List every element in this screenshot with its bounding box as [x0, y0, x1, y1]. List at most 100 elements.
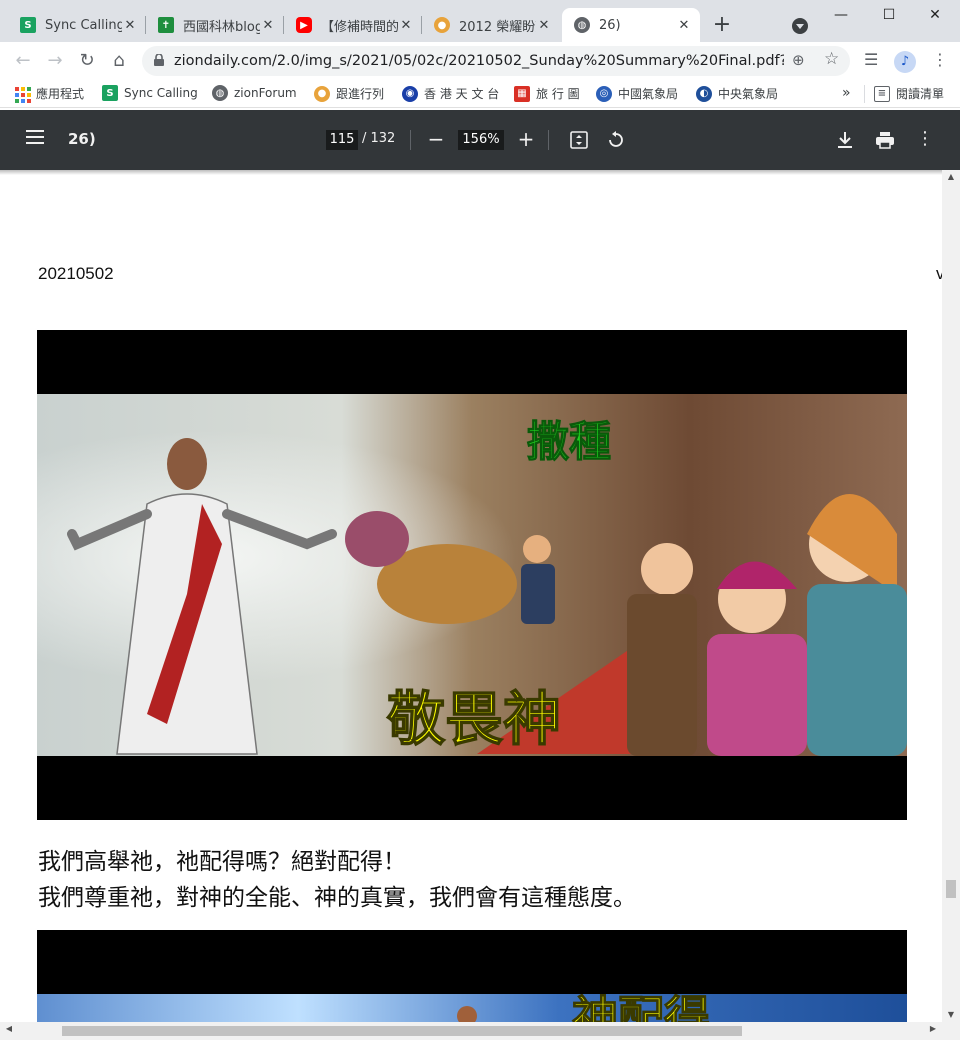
media-queue-icon[interactable]: ☰ — [864, 50, 878, 69]
close-tab-icon[interactable]: ✕ — [260, 18, 276, 33]
pdf-toolbar: 26) 115 / 132 − 156% + ⋮ — [0, 110, 960, 170]
zoom-out-button[interactable]: − — [424, 126, 448, 152]
slide-image-god-worthy: 神配得 — [37, 930, 907, 1022]
url-text[interactable]: ziondaily.com/2.0/img_s/2021/05/02c/2021… — [174, 53, 784, 69]
apps-grid-icon — [14, 86, 31, 103]
bookmark-label: 跟進行列 — [336, 87, 385, 101]
observatory-icon: ◉ — [402, 85, 418, 102]
document-date: 20210502 — [38, 264, 114, 283]
bookmark-label: 應用程式 — [36, 87, 85, 101]
caption-line-2: 我們尊重祂，對神的全能、神的真實，我們會有這種態度。 — [38, 885, 636, 911]
pizza-icon: ● — [314, 85, 330, 102]
address-bar[interactable]: ziondaily.com/2.0/img_s/2021/05/02c/2021… — [142, 46, 850, 76]
back-arrow-icon[interactable]: ← — [10, 48, 36, 74]
bookmark-cma[interactable]: ◎ 中國氣象局 — [596, 85, 678, 102]
pdf-title: 26) — [68, 130, 96, 148]
zoom-magnifier-icon[interactable]: ⊕ — [792, 51, 805, 69]
tab-title: Sync Calling — [45, 17, 122, 33]
page-number-input[interactable]: 115 — [326, 130, 358, 150]
horizontal-scroll-thumb[interactable] — [62, 1026, 742, 1036]
more-bookmarks-chevron-icon[interactable]: » — [842, 85, 851, 101]
tab-youtube[interactable]: ▶ 【修補時間的 ✕ — [284, 8, 422, 42]
slide2-illustration: 神配得 — [37, 994, 907, 1022]
bookmark-cwb[interactable]: ◐ 中央氣象局 — [696, 85, 778, 102]
youtube-favicon-icon: ▶ — [296, 17, 312, 33]
pdf-document[interactable]: 20210502 v 撒種 敬畏神 我們高舉祂，祂配得嗎？絕對配得！ 我們尊重祂… — [0, 170, 942, 1022]
slide-top-text: 撒種 — [527, 417, 611, 466]
scroll-up-arrow-icon[interactable]: ▲ — [942, 170, 960, 184]
zoom-in-button[interactable]: + — [514, 126, 538, 152]
close-tab-icon[interactable]: ✕ — [398, 18, 414, 33]
close-tab-icon[interactable]: ✕ — [676, 18, 692, 33]
slide-illustration: 撒種 敬畏神 — [37, 394, 907, 756]
tab-sync-calling[interactable]: S Sync Calling ✕ — [8, 8, 146, 42]
minimize-button[interactable]: — — [826, 4, 856, 26]
scroll-left-arrow-icon[interactable]: ◀ — [2, 1024, 16, 1033]
bookmark-observatory[interactable]: ◉ 香 港 天 文 台 — [402, 85, 499, 102]
tab-strip: S Sync Calling ✕ ✝ 西國科林blog ✕ ▶ 【修補時間的 ✕… — [0, 0, 960, 42]
page-total: / 132 — [362, 131, 396, 146]
reading-list-icon: ≡ — [874, 85, 890, 102]
scroll-down-arrow-icon[interactable]: ▼ — [942, 1008, 960, 1022]
pizza-favicon-icon: ● — [434, 17, 450, 33]
fit-to-page-icon[interactable] — [570, 131, 588, 149]
businessman-figure — [521, 535, 555, 624]
new-tab-button[interactable]: + — [710, 14, 734, 38]
blogger-cross-favicon-icon: ✝ — [158, 17, 174, 33]
bookmark-star-icon[interactable]: ☆ — [824, 49, 839, 69]
toolbar-divider — [548, 130, 549, 150]
globe-icon: ◍ — [212, 85, 228, 101]
tab-title: 【修補時間的 — [321, 19, 398, 35]
caption-line-1: 我們高舉祂，祂配得嗎？絕對配得！ — [38, 849, 406, 875]
bookmark-travel-map[interactable]: ▦ 旅 行 圖 — [514, 85, 580, 102]
lock-icon — [154, 54, 164, 66]
home-icon[interactable]: ⌂ — [106, 48, 132, 74]
profile-avatar[interactable]: ♪ — [894, 51, 916, 73]
slide-bottom-text: 敬畏神 — [386, 685, 561, 753]
tab-blogger[interactable]: ✝ 西國科林blog ✕ — [146, 8, 284, 42]
globe-favicon-icon: ◍ — [574, 17, 590, 33]
rotate-icon[interactable] — [606, 130, 626, 150]
close-window-button[interactable]: ✕ — [920, 4, 950, 26]
sync-calling-favicon-icon: S — [20, 17, 36, 33]
close-tab-icon[interactable]: ✕ — [536, 18, 552, 33]
vertical-scroll-thumb[interactable] — [946, 880, 956, 898]
bookmark-label: Sync Calling — [124, 86, 198, 100]
tab-active-pdf[interactable]: ◍ 26) ✕ — [562, 8, 700, 42]
cma-icon: ◎ — [596, 85, 612, 102]
reload-icon[interactable]: ↻ — [74, 48, 100, 74]
toolbar-divider — [410, 130, 411, 150]
tab-2012[interactable]: ● 2012 榮耀盼望 ✕ — [422, 8, 560, 42]
bookmark-apps[interactable]: 應用程式 — [14, 85, 85, 103]
sync-calling-icon: S — [102, 85, 118, 101]
bookmark-label: 閱讀清單 — [896, 87, 945, 101]
browser-toolbar: ← → ↻ ⌂ ziondaily.com/2.0/img_s/2021/05/… — [0, 42, 960, 80]
close-tab-icon[interactable]: ✕ — [122, 18, 138, 33]
horizontal-scrollbar[interactable]: ◀ ▶ — [0, 1022, 960, 1040]
bookmarks-divider — [864, 85, 865, 103]
bookmark-sync-calling[interactable]: S Sync Calling — [102, 85, 198, 101]
bookmark-label: zionForum — [234, 86, 297, 100]
bookmark-label: 香 港 天 文 台 — [424, 87, 500, 101]
bookmark-label: 旅 行 圖 — [536, 87, 580, 101]
more-menu-icon[interactable]: ⋮ — [932, 50, 948, 69]
vertical-scrollbar[interactable]: ▲ ▼ — [942, 170, 960, 1022]
maximize-button[interactable]: ☐ — [874, 4, 904, 26]
tab-title: 26) — [599, 17, 621, 33]
zoom-level-input[interactable]: 156% — [458, 130, 504, 150]
bookmark-follow-up[interactable]: ● 跟進行列 — [314, 85, 384, 102]
bookmark-zionforum[interactable]: ◍ zionForum — [212, 85, 297, 101]
bookmark-label: 中國氣象局 — [618, 87, 679, 101]
tab-title: 西國科林blog — [183, 19, 260, 35]
travel-map-icon: ▦ — [514, 85, 530, 102]
pdf-sidebar-menu-icon[interactable] — [26, 130, 44, 144]
print-icon[interactable] — [875, 131, 895, 149]
tab-title: 2012 榮耀盼望 — [459, 19, 536, 35]
tab-search-icon[interactable] — [792, 18, 808, 34]
download-icon[interactable] — [836, 130, 854, 150]
forward-arrow-icon[interactable]: → — [42, 48, 68, 74]
scroll-right-arrow-icon[interactable]: ▶ — [926, 1024, 940, 1033]
pdf-more-options-icon[interactable]: ⋮ — [913, 126, 937, 152]
cwb-icon: ◐ — [696, 85, 712, 102]
bookmark-reading-list[interactable]: ≡ 閱讀清單 — [874, 85, 944, 102]
